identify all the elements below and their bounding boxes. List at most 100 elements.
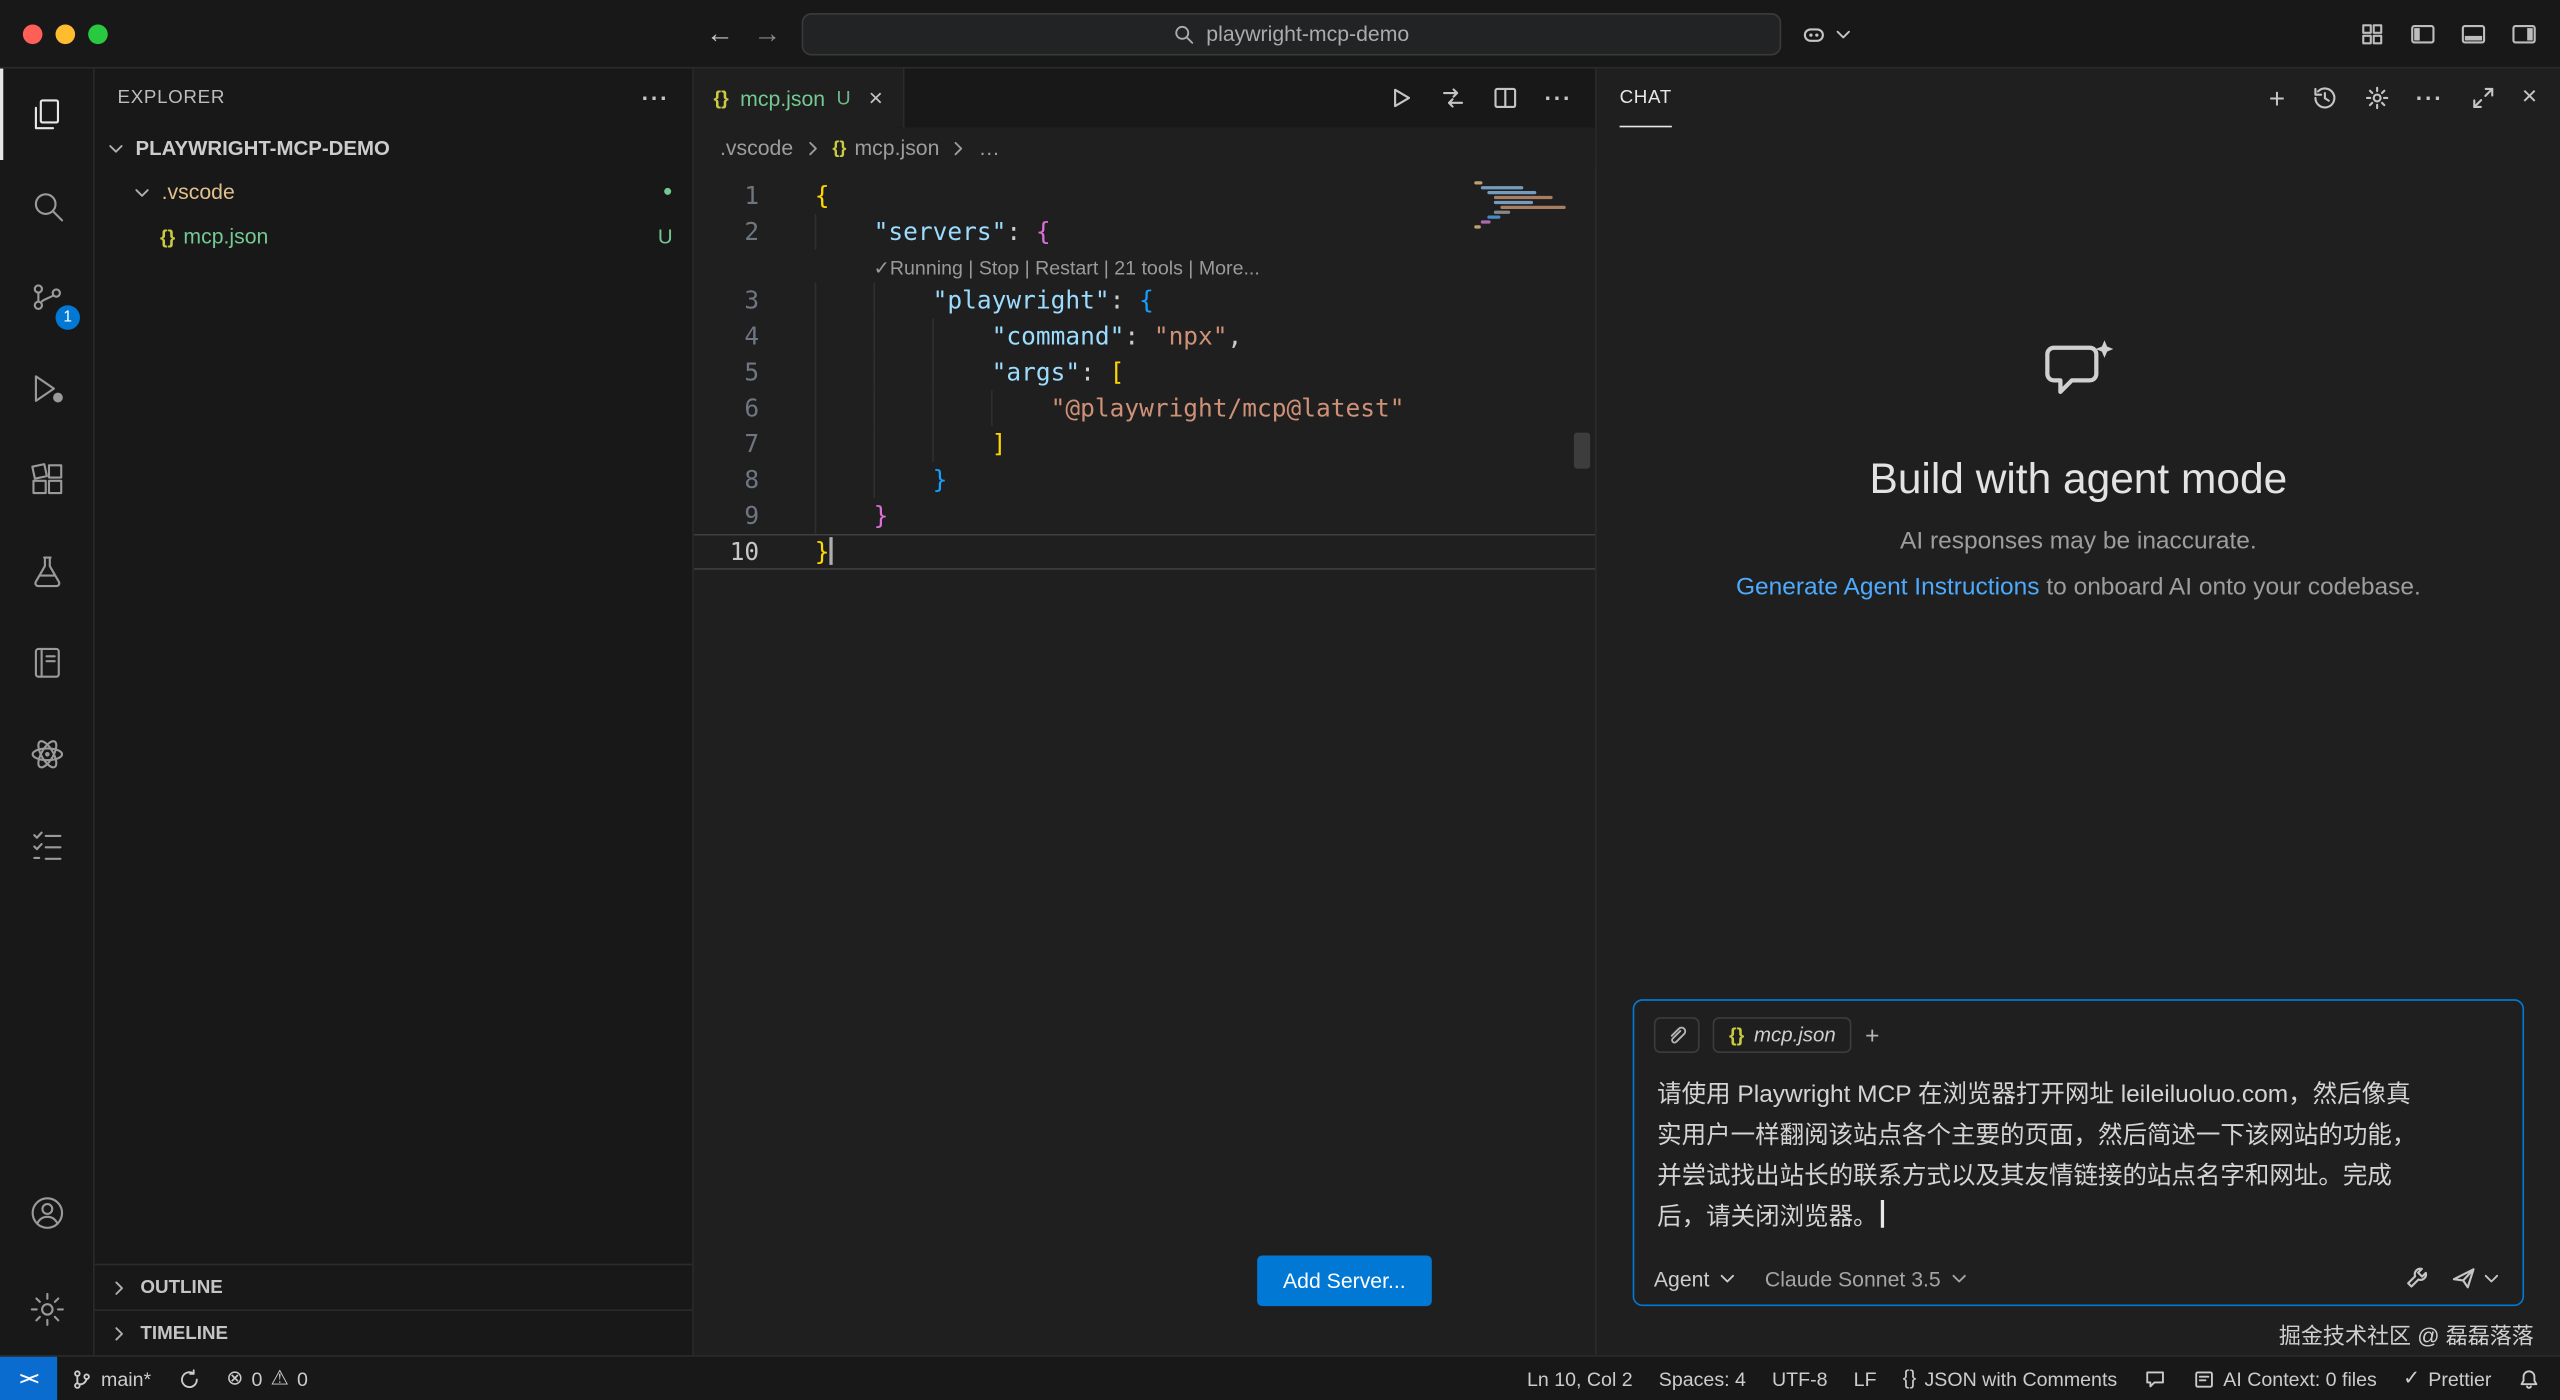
generate-instructions-link[interactable]: Generate Agent Instructions [1736,573,2040,601]
toggle-primary-sidebar-icon[interactable] [2410,21,2436,47]
activity-extensions[interactable] [0,434,93,525]
codelens-actions[interactable]: ✓Running | Stop | Restart | 21 tools | M… [795,250,1260,283]
activity-explorer[interactable] [0,69,93,160]
model-picker[interactable]: Claude Sonnet 3.5 [1765,1266,1970,1290]
tree-item-mcp-json[interactable]: {} mcp.json U [95,214,693,258]
close-panel-button[interactable]: × [2522,85,2537,111]
chat-subtext: AI responses may be inaccurate. [1900,527,2257,555]
ai-context-indicator[interactable]: AI Context: 0 files [2179,1357,2390,1400]
sync-button[interactable] [164,1357,213,1400]
workbench: 1 [0,69,2560,1356]
file-label: mcp.json [183,224,268,248]
activity-testing[interactable] [0,526,93,617]
chat-more-actions[interactable]: ··· [2416,85,2444,111]
git-modified-dot: ● [663,183,673,201]
tab-mcp-json[interactable]: {} mcp.json U × [694,69,904,128]
json-file-icon: {} [713,87,728,110]
chat-tab[interactable]: CHAT [1620,69,1672,128]
notifications-button[interactable] [2504,1357,2553,1400]
code-line[interactable]: 1{ [694,178,1595,214]
chat-heading: Build with agent mode [1870,454,2288,505]
sync-icon [177,1367,200,1390]
code-content: 1{2 "servers": {✓Running | Stop | Restar… [694,178,1595,570]
activity-notebook[interactable] [0,617,93,708]
toggle-secondary-sidebar-icon[interactable] [2511,21,2537,47]
toggle-panel-icon[interactable] [2460,21,2486,47]
model-label: Claude Sonnet 3.5 [1765,1266,1941,1290]
editor-more-actions[interactable]: ··· [1544,85,1572,111]
new-chat-button[interactable]: + [2269,84,2285,112]
indentation-indicator[interactable]: Spaces: 4 [1646,1357,1759,1400]
customize-layout-icon[interactable] [2359,21,2385,47]
add-server-button[interactable]: Add Server... [1257,1256,1432,1307]
minimize-window-button[interactable] [56,24,76,44]
mode-picker[interactable]: Agent [1654,1266,1739,1290]
activity-source-control[interactable]: 1 [0,251,93,342]
encoding-indicator[interactable]: UTF-8 [1759,1357,1841,1400]
outline-section[interactable]: OUTLINE [95,1264,693,1310]
explorer-root-folder[interactable]: PLAYWRIGHT-MCP-DEMO [95,126,693,170]
chevron-down-icon [104,136,127,159]
formatter-indicator[interactable]: ✓ Prettier [2390,1357,2505,1400]
chevron-down-icon [1831,22,1854,45]
attach-context-button[interactable] [1654,1017,1700,1053]
code-editor[interactable]: 1{2 "servers": {✓Running | Stop | Restar… [694,168,1595,1355]
code-line[interactable]: 2 "servers": { [694,214,1595,250]
chat-input-box[interactable]: {} mcp.json + 请使用 Playwright MCP 在浏览器打开网… [1633,999,2524,1306]
send-icon [2451,1265,2477,1291]
code-line[interactable]: 9 } [694,498,1595,534]
scrollbar-handle[interactable] [1574,433,1590,469]
code-line[interactable]: 7 ] [694,426,1595,462]
cursor-position[interactable]: Ln 10, Col 2 [1514,1357,1646,1400]
close-window-button[interactable] [23,24,43,44]
copilot-button[interactable] [1800,20,1854,46]
forward-button[interactable]: → [753,20,781,48]
code-line[interactable]: 4 "command": "npx", [694,318,1595,354]
expand-icon[interactable] [2470,85,2496,111]
timeline-label: TIMELINE [140,1323,228,1343]
open-changes-icon[interactable] [1440,85,1466,111]
eol-indicator[interactable]: LF [1841,1357,1890,1400]
breadcrumb-file[interactable]: mcp.json [854,136,939,160]
breadcrumb-more[interactable]: … [979,136,1000,160]
activity-react-extension[interactable] [0,709,93,800]
code-line[interactable]: 6 "@playwright/mcp@latest" [694,390,1595,426]
breadcrumb[interactable]: .vscode {} mcp.json … [694,127,1595,168]
zoom-window-button[interactable] [88,24,108,44]
settings-button[interactable] [0,1264,93,1355]
close-tab-button[interactable]: × [869,84,883,112]
activity-todo[interactable] [0,800,93,891]
explorer-more-actions[interactable]: ··· [642,84,670,110]
timeline-section[interactable]: TIMELINE [95,1309,693,1355]
command-center[interactable]: playwright-mcp-demo [801,12,1781,54]
send-button[interactable] [2451,1265,2503,1291]
split-editor-icon[interactable] [1492,85,1518,111]
feedback-button[interactable] [2130,1357,2179,1400]
tree-item-vscode-folder[interactable]: .vscode ● [95,170,693,214]
problems-indicator[interactable]: ⊗ 0 ⚠ 0 [213,1357,321,1400]
tools-icon[interactable] [2403,1265,2429,1291]
breadcrumb-folder[interactable]: .vscode [720,136,793,160]
context-chip-mcp-json[interactable]: {} mcp.json [1713,1017,1852,1053]
activity-search[interactable] [0,160,93,251]
feedback-icon [2143,1367,2166,1390]
chat-input-text[interactable]: 请使用 Playwright MCP 在浏览器打开网址 leileiluoluo… [1654,1053,2503,1251]
gear-icon[interactable] [2364,85,2390,111]
back-button[interactable]: ← [706,20,734,48]
remote-indicator[interactable]: >< [0,1357,57,1400]
accounts-button[interactable] [0,1172,93,1263]
code-line[interactable]: 3 "playwright": { [694,282,1595,318]
atom-icon [27,735,66,774]
activity-run-debug[interactable] [0,343,93,434]
play-icon[interactable] [1388,85,1414,111]
language-mode[interactable]: {} JSON with Comments [1890,1357,2131,1400]
add-context-button[interactable]: + [1865,1021,1879,1049]
tab-dirty-badge: U [837,87,851,110]
code-line[interactable]: 10} [694,534,1595,570]
code-line[interactable]: 8 } [694,462,1595,498]
history-icon[interactable] [2311,85,2337,111]
minimap[interactable] [1474,181,1569,230]
code-line[interactable]: 5 "args": [ [694,354,1595,390]
warning-icon: ⚠ [271,1369,289,1389]
branch-indicator[interactable]: main* [57,1357,164,1400]
